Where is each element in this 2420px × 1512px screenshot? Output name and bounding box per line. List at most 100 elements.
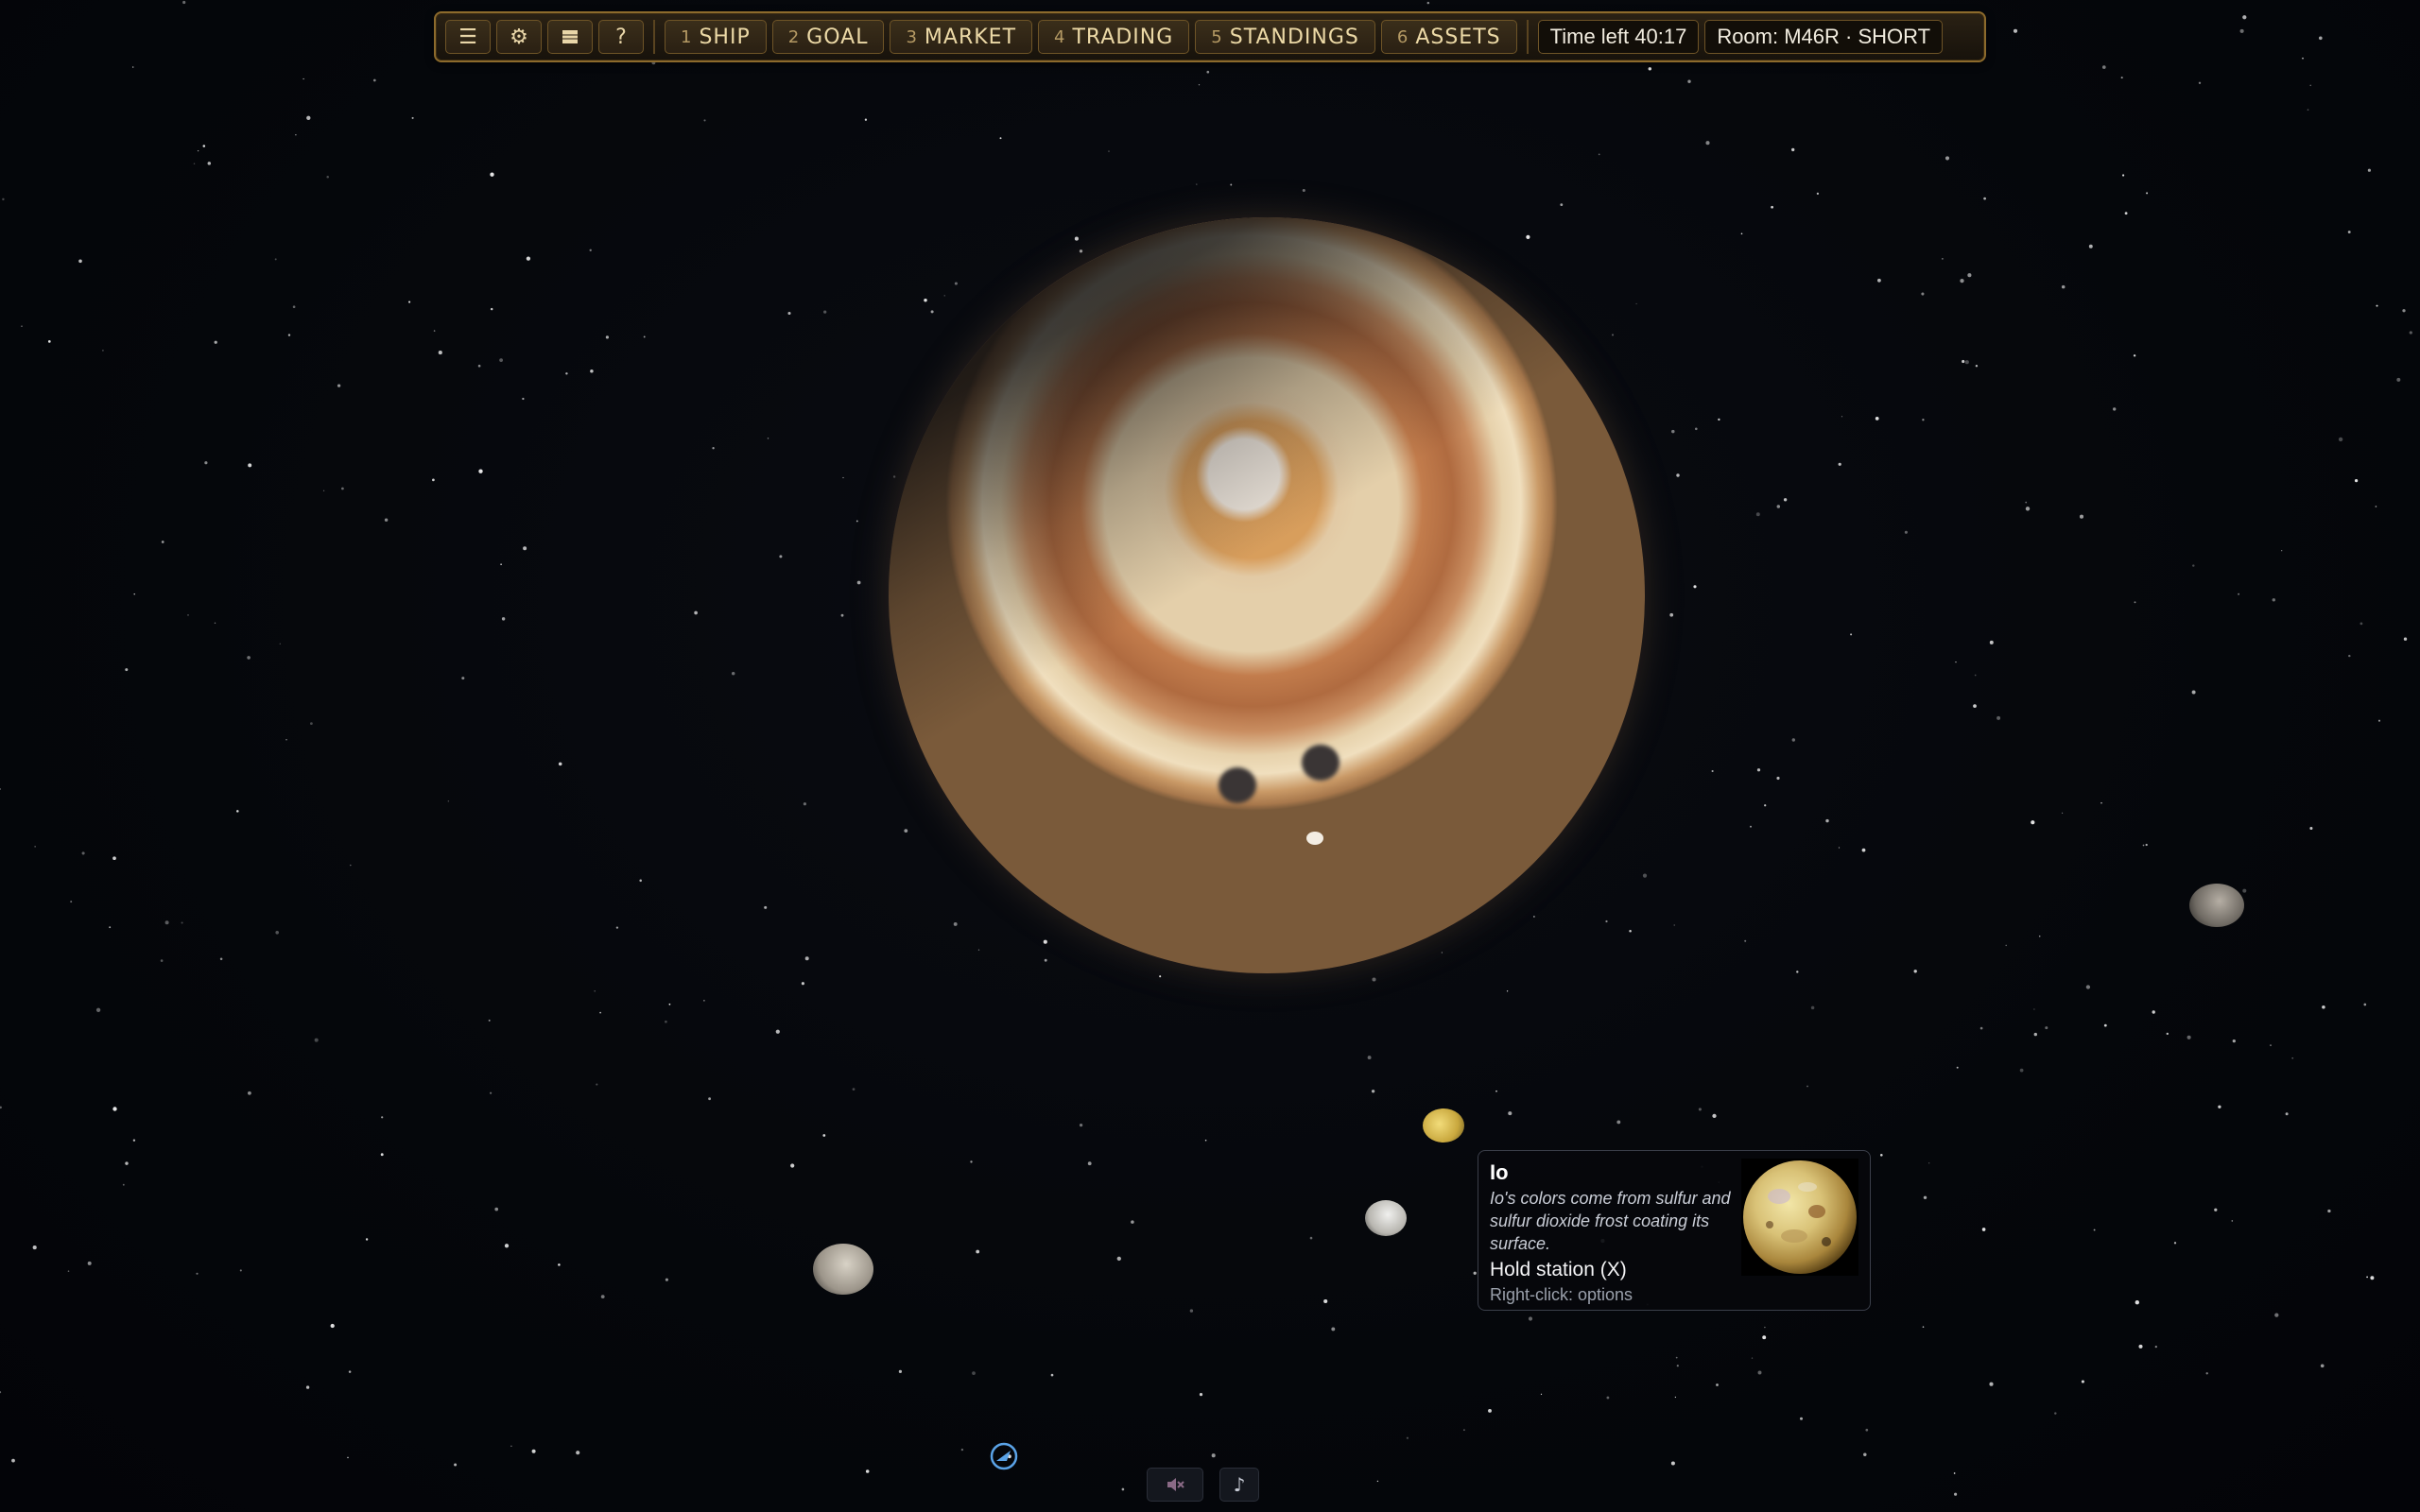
tab-assets[interactable]: 6 ASSETS: [1380, 20, 1517, 54]
star: [1540, 1393, 1543, 1396]
star: [1850, 633, 1853, 636]
grid-icon[interactable]: [547, 20, 593, 54]
star: [1838, 847, 1841, 849]
player-ship-marker[interactable]: [989, 1441, 1019, 1471]
star: [2338, 437, 2343, 442]
star: [2005, 944, 2007, 947]
star: [2138, 1344, 2143, 1349]
star: [314, 1038, 319, 1042]
star: [852, 1088, 856, 1091]
star: [87, 1261, 92, 1265]
star: [2360, 622, 2363, 626]
star: [1616, 1120, 1621, 1125]
star: [1796, 971, 1799, 973]
mute-button[interactable]: [1147, 1468, 1203, 1502]
tab-market[interactable]: 3 MARKET: [890, 20, 1033, 54]
star: [214, 622, 216, 625]
tab-number: 4: [1054, 26, 1066, 47]
star: [2403, 637, 2408, 641]
star: [522, 397, 525, 401]
star: [1764, 1326, 1766, 1329]
star: [0, 1106, 2, 1109]
mute-icon: [1167, 1478, 1184, 1491]
moon-europa[interactable]: [1365, 1200, 1407, 1236]
star: [840, 613, 844, 617]
star: [2291, 1057, 2294, 1059]
star: [330, 1323, 335, 1329]
star: [2133, 354, 2136, 357]
star: [1861, 848, 1866, 852]
tab-ship[interactable]: 1 SHIP: [665, 20, 767, 54]
moon-io[interactable]: [1423, 1108, 1464, 1143]
star: [2205, 1372, 2208, 1375]
star: [2270, 1044, 2272, 1046]
moon-callisto[interactable]: [2189, 884, 2244, 927]
star: [2, 198, 5, 201]
room-display: Room: M46R · SHORT: [1704, 20, 1944, 54]
star: [2085, 985, 2091, 989]
star: [490, 172, 494, 177]
star: [2146, 192, 2149, 195]
moon-ganymede[interactable]: [813, 1244, 873, 1295]
gas-giant-planet[interactable]: [889, 217, 1645, 973]
star: [2370, 1276, 2375, 1280]
star: [1838, 462, 1841, 466]
star: [1711, 769, 1714, 773]
star: [1865, 1428, 1869, 1432]
star: [605, 335, 609, 339]
star: [21, 325, 23, 327]
star: [600, 1295, 605, 1298]
star: [1967, 273, 1972, 278]
tab-standings[interactable]: 5 STANDINGS: [1195, 20, 1375, 54]
tab-number: 5: [1211, 26, 1223, 47]
star: [1799, 1417, 1804, 1420]
star: [976, 1249, 980, 1254]
star: [112, 1107, 117, 1111]
star: [2367, 168, 2371, 172]
star: [2033, 1032, 2037, 1037]
tab-label: SHIP: [699, 25, 751, 49]
star: [478, 469, 483, 473]
star: [1506, 990, 1509, 992]
star: [1762, 1335, 1767, 1340]
star: [2375, 506, 2377, 507]
tab-number: 1: [681, 26, 693, 47]
music-note-icon: ♪: [1233, 1473, 1246, 1496]
star: [2348, 654, 2351, 658]
space-view[interactable]: [0, 0, 2420, 1512]
star: [2376, 304, 2378, 307]
star: [2135, 1300, 2139, 1305]
star: [1693, 585, 1697, 589]
star: [0, 788, 1, 790]
star: [219, 957, 223, 961]
star: [1973, 704, 1977, 708]
star: [501, 617, 506, 621]
star: [1705, 141, 1710, 146]
music-button[interactable]: ♪: [1219, 1468, 1259, 1502]
star: [615, 926, 619, 929]
star: [1302, 188, 1305, 193]
tab-goal[interactable]: 2 GOAL: [771, 20, 885, 54]
star: [2154, 1345, 2157, 1349]
star: [164, 920, 169, 925]
planet-storm-spot: [1306, 832, 1323, 845]
tab-label: GOAL: [806, 25, 869, 49]
star: [477, 364, 481, 368]
star: [380, 1153, 384, 1157]
star: [1199, 1392, 1203, 1397]
star: [112, 856, 116, 861]
star: [2173, 1242, 2177, 1245]
gear-icon[interactable]: ⚙: [496, 20, 542, 54]
star: [1956, 1066, 1959, 1069]
tab-label: STANDINGS: [1229, 25, 1359, 49]
star: [842, 476, 844, 479]
star: [197, 149, 199, 152]
star: [181, 921, 183, 924]
tab-trading[interactable]: 4 TRADING: [1038, 20, 1190, 54]
menu-icon[interactable]: ☰: [445, 20, 491, 54]
star: [1921, 292, 1925, 296]
star: [1108, 150, 1110, 152]
help-button[interactable]: ?: [598, 20, 644, 54]
star: [322, 490, 325, 491]
time-left-display: Time left 40:17: [1537, 20, 1700, 54]
